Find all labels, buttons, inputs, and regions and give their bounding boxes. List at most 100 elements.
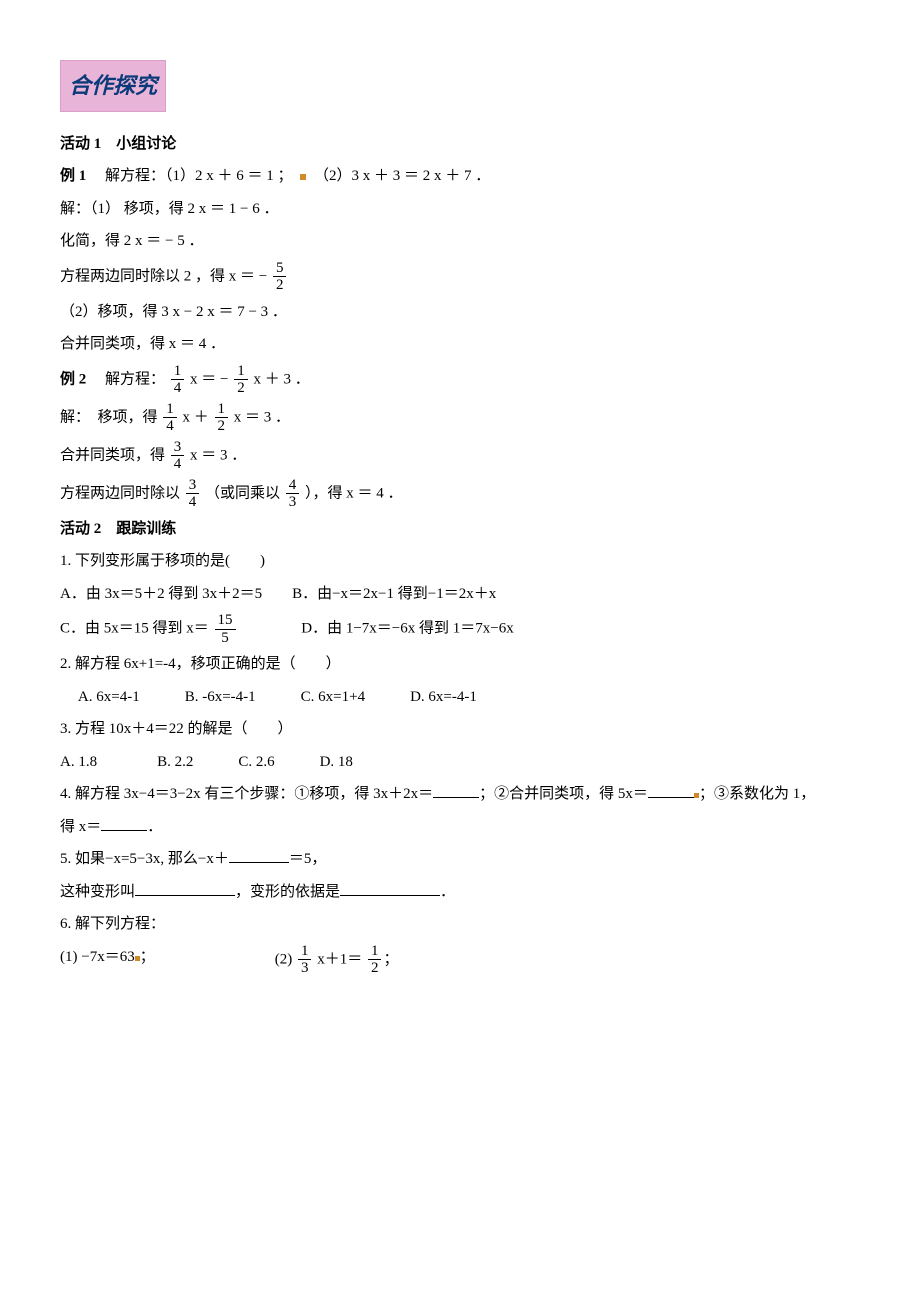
fraction: 15 5 (215, 612, 236, 646)
text: 方程两边同时除以 2 ，得 x ＝ − (60, 268, 271, 284)
question-5: 5. 如果−x=5−3x, 那么−x＋ ＝5， (60, 845, 860, 874)
text: ； (140, 949, 155, 965)
text: 2. 解方程 6x+1=-4，移项正确的是（ ） (60, 656, 341, 672)
denominator: 2 (234, 380, 248, 397)
example-1-label: 例 1 (60, 168, 86, 184)
solution-1-line-2: 化简，得 2 x ＝ − 5 ． (60, 227, 860, 256)
solution-1-line-3: 方程两边同时除以 2 ，得 x ＝ − 5 2 (60, 260, 860, 294)
denominator: 2 (368, 960, 382, 977)
solution-1-line-5: 合并同类项，得 x ＝ 4 ． (60, 330, 860, 359)
example-1: 例 1 解方程：（1）2 x ＋ 6 ＝ 1 ； （2）3 x ＋ 3 ＝ 2 … (60, 162, 860, 191)
question-4-cont: 得 x＝ ． (60, 813, 860, 842)
text: ； (383, 951, 398, 967)
text: x ＝ 3 ． (234, 409, 290, 425)
text: 解： 移项，得 (60, 409, 158, 425)
activity-1-title: 活动 1 小组讨论 (60, 130, 860, 159)
fill-blank[interactable] (135, 880, 235, 896)
denominator: 3 (298, 960, 312, 977)
text: C．由 5x＝15 得到 x＝ (60, 621, 209, 637)
example-2: 例 2 解方程： 1 4 x ＝ − 1 2 x ＋ 3 ． (60, 363, 860, 397)
question-6-subs: (1) −7x＝63 ； (2) 1 3 x＋1＝ 1 2 ； (60, 943, 860, 977)
numerator: 1 (163, 401, 177, 419)
fill-blank[interactable] (648, 782, 694, 798)
text: (2) (275, 951, 293, 967)
fill-blank[interactable] (340, 880, 440, 896)
question-1-options-cd: C．由 5x＝15 得到 x＝ 15 5 D．由 1−7x＝−6x 得到 1＝7… (60, 612, 860, 646)
numerator: 1 (368, 943, 382, 961)
text: 方程两边同时除以 (60, 485, 180, 501)
question-6: 6. 解下列方程： (60, 910, 860, 939)
solution-1-line-1: 解：（1） 移项，得 2 x ＝ 1 − 6 ． (60, 195, 860, 224)
text: （或同乘以 (205, 485, 280, 501)
fraction: 1 3 (298, 943, 312, 977)
text: ． (147, 819, 162, 835)
denominator: 2 (273, 277, 287, 294)
dot-icon (300, 174, 306, 180)
numerator: 1 (234, 363, 248, 381)
numerator: 4 (286, 477, 300, 495)
text: ＝5， (289, 851, 327, 867)
text: 合并同类项，得 (60, 447, 165, 463)
question-3: 3. 方程 10x＋4＝22 的解是（ ） (60, 715, 860, 744)
text: ，变形的依据是 (235, 884, 340, 900)
text: x＋1＝ (317, 951, 362, 967)
example-1-part2: （2）3 x ＋ 3 ＝ 2 x ＋ 7 ． (314, 168, 490, 184)
text: 5. 如果−x=5−3x, 那么−x＋ (60, 851, 229, 867)
denominator: 4 (163, 418, 177, 435)
question-1: 1. 下列变形属于移项的是( ) (60, 547, 860, 576)
example-2-label: 例 2 (60, 371, 86, 387)
text: ． (440, 884, 455, 900)
fraction: 1 4 (171, 363, 185, 397)
denominator: 4 (171, 380, 185, 397)
text: x ＋ (183, 409, 209, 425)
solution-2-line-1: 解： 移项，得 1 4 x ＋ 1 2 x ＝ 3 ． (60, 401, 860, 435)
text: 这种变形叫 (60, 884, 135, 900)
fraction: 5 2 (273, 260, 287, 294)
numerator: 3 (186, 477, 200, 495)
denominator: 5 (215, 630, 236, 647)
text: x ＝ − (190, 371, 228, 387)
fraction: 4 3 (286, 477, 300, 511)
text: 4. 解方程 3x−4＝3−2x 有三个步骤：①移项，得 3x＋2x＝ (60, 786, 433, 802)
fraction: 1 2 (234, 363, 248, 397)
question-2-options: A. 6x=4-1 B. -6x=-4-1 C. 6x=1+4 D. 6x=-4… (60, 683, 860, 712)
numerator: 1 (298, 943, 312, 961)
question-6-2: (2) 1 3 x＋1＝ 1 2 ； (275, 943, 399, 977)
fraction: 1 2 (368, 943, 382, 977)
numerator: 3 (171, 439, 185, 457)
fill-blank[interactable] (229, 847, 289, 863)
denominator: 2 (215, 418, 229, 435)
question-4: 4. 解方程 3x−4＝3−2x 有三个步骤：①移项，得 3x＋2x＝；②合并同… (60, 780, 860, 809)
fraction: 1 4 (163, 401, 177, 435)
text: (1) −7x＝63 (60, 949, 135, 965)
section-badge: 合作探究 (60, 60, 166, 112)
solution-2-line-3: 方程两边同时除以 3 4 （或同乘以 4 3 ），得 x ＝ 4 ． (60, 477, 860, 511)
numerator: 15 (215, 612, 236, 630)
text: 得 x＝ (60, 819, 101, 835)
text: D．由 1−7x＝−6x 得到 1＝7x−6x (241, 621, 513, 637)
example-1-text: 解方程：（1）2 x ＋ 6 ＝ 1 ； (90, 168, 293, 184)
question-3-options: A. 1.8 B. 2.2 C. 2.6 D. 18 (60, 748, 860, 777)
numerator: 1 (215, 401, 229, 419)
question-2: 2. 解方程 6x+1=-4，移项正确的是（ ） (60, 650, 860, 679)
text: x ＝ 3 ． (190, 447, 246, 463)
fill-blank[interactable] (433, 782, 479, 798)
solution-1-line-4: （2）移项，得 3 x − 2 x ＝ 7 − 3 ． (60, 298, 860, 327)
question-5-cont: 这种变形叫 ，变形的依据是 ． (60, 878, 860, 907)
fraction: 3 4 (171, 439, 185, 473)
question-1-options-ab: A．由 3x＝5＋2 得到 3x＋2＝5 B．由−x＝2x−1 得到−1＝2x＋… (60, 580, 860, 609)
activity-2-title: 活动 2 跟踪训练 (60, 515, 860, 544)
text: ），得 x ＝ 4 ． (305, 485, 403, 501)
solution-2-line-2: 合并同类项，得 3 4 x ＝ 3 ． (60, 439, 860, 473)
denominator: 3 (286, 494, 300, 511)
text: ；③系数化为 1， (699, 786, 815, 802)
numerator: 5 (273, 260, 287, 278)
question-6-1: (1) −7x＝63 ； (60, 943, 155, 977)
fill-blank[interactable] (101, 815, 147, 831)
numerator: 1 (171, 363, 185, 381)
fraction: 1 2 (215, 401, 229, 435)
fraction: 3 4 (186, 477, 200, 511)
text: x ＋ 3 ． (254, 371, 310, 387)
denominator: 4 (186, 494, 200, 511)
denominator: 4 (171, 456, 185, 473)
